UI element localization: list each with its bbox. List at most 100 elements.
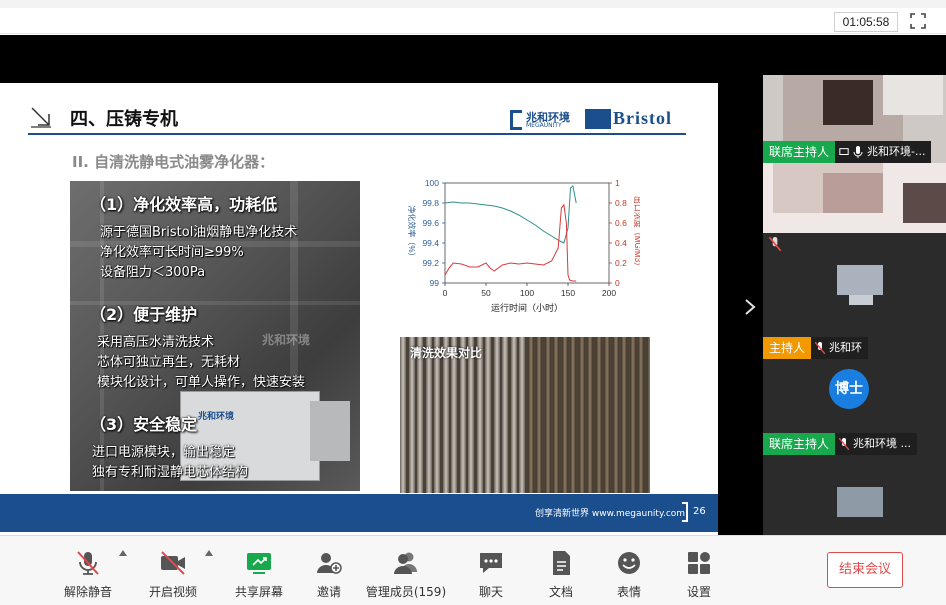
y-right-tick-label: 0 (615, 278, 620, 288)
bristol-logo: Bristol (585, 108, 685, 131)
unmute-button[interactable]: 解除静音 (58, 546, 118, 602)
meeting-stage: 四、压铸专机 兆和环境 MEGAUNITY Bristol II. 自清洗静电式… (0, 35, 946, 565)
y-right-tick-label: 1 (615, 178, 620, 188)
video-tile-3[interactable]: 主持人 兆和环 (763, 259, 946, 359)
footer-bracket (682, 502, 688, 522)
video-tile-3-label: 主持人 兆和环 (763, 337, 869, 359)
section-1-line-3: 设备阻力＜300Pa (100, 265, 206, 280)
role-badge: 主持人 (763, 337, 812, 359)
filter-fin (519, 337, 525, 493)
filter-fin (502, 337, 508, 493)
y-right-axis-label: 出口浓度（MG/M3） (633, 196, 640, 270)
start-video-label: 开启视频 (148, 585, 197, 599)
filter-fin (544, 337, 551, 493)
fullscreen-icon[interactable] (910, 13, 926, 29)
section-heading-1: （1）净化效率高，功耗低 (90, 195, 278, 214)
slide-title: 四、压铸专机 (70, 109, 178, 130)
section-heading-2: （2）便于维护 (90, 305, 198, 324)
participant-name-chip: 兆和环境-... (835, 141, 932, 163)
section-heading-3: （3）安全稳定 (90, 415, 198, 434)
participant-name: 兆和环境-... (867, 145, 926, 158)
documents-button[interactable]: 文档 (531, 546, 591, 602)
efficiency-chart: 0 50 100 150 200 99 99.2 99.4 99.6 99.8 100 0 0.2 0.4… (407, 178, 640, 313)
share-screen-icon (247, 553, 271, 574)
chat-icon (480, 553, 502, 573)
next-page-arrow-icon[interactable] (742, 297, 758, 317)
members-icon (394, 552, 417, 574)
y-right-tick-label: 0.2 (615, 258, 627, 268)
purifier-unit-side (310, 401, 350, 461)
y-right-tick-label: 0.4 (615, 238, 627, 248)
series-line-2 (444, 203, 577, 282)
series-line-1 (444, 185, 577, 244)
chart-plot-frame (444, 182, 610, 284)
manage-members-label: 管理成员(159) (365, 585, 447, 599)
filter-fin (578, 337, 585, 493)
filter-fin (587, 337, 593, 493)
filter-fin (612, 337, 619, 493)
mic-icon (853, 146, 863, 158)
reactions-label: 表情 (616, 585, 641, 599)
section-2-line-1: 采用高压水清洗技术 (97, 335, 215, 350)
unit-logo-text: 兆和环境 (198, 412, 235, 422)
settings-button[interactable]: 设置 (669, 546, 729, 602)
y-left-tick-label: 100 (425, 178, 439, 188)
title-divider (28, 133, 686, 135)
page-number: 26 (693, 506, 706, 517)
chat-label: 聊天 (478, 585, 503, 599)
video-tile-4[interactable]: 博士 联席主持人 兆和环境 ... (763, 359, 946, 455)
slide-footer: 创享清新世界 www.megaunity.com 26 (0, 494, 718, 532)
y-right-tick-label: 0.8 (615, 198, 627, 208)
x-tick-label: 100 (520, 288, 534, 298)
participant-name-chip: 兆和环境 ... (835, 433, 918, 455)
video-tile-1-label: 联席主持人 兆和环境-... (763, 141, 932, 163)
start-video-button[interactable]: 开启视频 (143, 546, 203, 602)
participant-name: 兆和环 (829, 341, 863, 354)
settings-icon (688, 552, 710, 574)
filter-fin (553, 337, 559, 493)
video-tile-1[interactable]: 联席主持人 兆和环境-... (763, 75, 946, 163)
end-meeting-button[interactable]: 结束会议 (827, 552, 903, 588)
y-right-tick-label: 0.6 (615, 218, 627, 228)
unmute-label: 解除静音 (63, 585, 112, 599)
filter-fin (621, 337, 627, 493)
x-tick-label: 0 (443, 288, 448, 298)
invite-button[interactable]: 邀请 (299, 546, 359, 602)
filter-fin (536, 337, 542, 493)
document-icon (553, 551, 570, 575)
filter-fin (629, 337, 636, 493)
video-tile-5[interactable] (763, 455, 946, 535)
filter-fin (604, 337, 610, 493)
meeting-timer: 01:05:58 (834, 12, 898, 32)
y-left-tick-label: 99.4 (422, 238, 439, 248)
share-screen-button[interactable]: 共享屏幕 (229, 546, 289, 602)
mic-muted-icon (839, 438, 850, 450)
chat-button[interactable]: 聊天 (461, 546, 521, 602)
invite-label: 邀请 (316, 585, 341, 599)
filter-fin (485, 337, 491, 493)
title-bar: 01:05:58 (0, 0, 946, 34)
section-1-line-2: 净化效率可长时间≥99% (100, 245, 244, 260)
participant-name-chip: 兆和环 (811, 337, 869, 359)
cleaning-comparison-photo: 清洗效果对比 (400, 337, 650, 493)
filter-fin (510, 337, 517, 493)
x-tick-label: 150 (561, 288, 575, 298)
section-2-line-2: 芯体可独立再生，无耗材 (97, 355, 241, 370)
purifier-photo: 兆和环境 兆和环境 （1）净化效率高，功耗低 源于德国Bristol油烟静电净化… (70, 181, 360, 491)
slide-subtitle: II. 自清洗静电式油雾净化器： (72, 153, 275, 171)
manage-members-button[interactable]: 管理成员(159) (362, 546, 450, 602)
mic-muted-icon (77, 551, 99, 575)
share-screen-label: 共享屏幕 (234, 585, 283, 599)
y-left-axis-label: 净化效率（%） (407, 205, 417, 260)
video-tile-2[interactable] (763, 163, 946, 259)
reactions-button[interactable]: 表情 (599, 546, 659, 602)
filter-fin (595, 337, 602, 493)
video-options-caret-icon[interactable] (205, 550, 213, 556)
meeting-toolbar: 解除静音 开启视频 共享屏幕 邀请 管理成员(159) 聊天 文档 表情 设置 … (0, 535, 946, 605)
section-2-line-3: 模块化设计，可单人操作，快速安装 (97, 375, 306, 390)
photo-watermark: 兆和环境 (262, 333, 311, 347)
video-tile-4-label: 联席主持人 兆和环境 ... (763, 433, 918, 455)
y-left-tick-label: 99.6 (422, 218, 439, 228)
audio-options-caret-icon[interactable] (119, 550, 127, 556)
settings-label: 设置 (686, 585, 711, 599)
